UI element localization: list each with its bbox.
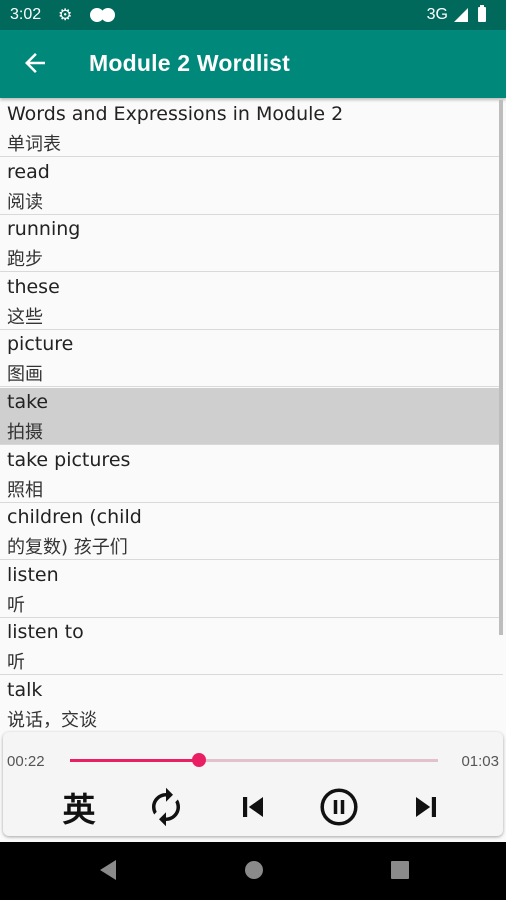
audio-player: 00:22 01:03 英 bbox=[3, 732, 503, 836]
word-chinese: 跑步 bbox=[7, 249, 43, 271]
word-chinese: 单词表 bbox=[7, 134, 61, 155]
list-scrollbar[interactable] bbox=[499, 100, 503, 635]
word-row[interactable]: picture 图画 bbox=[0, 330, 503, 388]
word-chinese: 阅读 bbox=[7, 191, 43, 213]
word-english: these bbox=[7, 275, 60, 298]
word-chinese: 图画 bbox=[7, 364, 43, 386]
word-row[interactable]: listen to 听 bbox=[0, 618, 503, 676]
status-bar: 3:02 ⚙ 3G bbox=[0, 0, 506, 30]
page-title: Module 2 Wordlist bbox=[89, 50, 291, 76]
word-chinese: 听 bbox=[7, 594, 25, 616]
word-english: picture bbox=[7, 333, 74, 356]
elapsed-time: 00:22 bbox=[7, 753, 45, 770]
repeat-icon bbox=[152, 787, 180, 827]
word-row[interactable]: talk 说话，交谈 bbox=[0, 676, 503, 732]
word-english: children (child bbox=[7, 506, 142, 529]
word-row[interactable]: listen 听 bbox=[0, 561, 503, 618]
pause-icon bbox=[320, 788, 358, 826]
seek-thumb[interactable] bbox=[191, 753, 206, 767]
settings-gear-icon: ⚙ bbox=[58, 7, 73, 24]
back-arrow-icon[interactable] bbox=[20, 48, 50, 78]
system-nav-bar bbox=[0, 842, 506, 900]
word-chinese: 说话，交谈 bbox=[7, 710, 97, 731]
notification-dots-icon bbox=[90, 8, 115, 27]
word-english: listen to bbox=[7, 621, 84, 644]
nav-recents-icon[interactable] bbox=[389, 858, 411, 882]
word-row[interactable]: take 拍摄 bbox=[0, 388, 503, 445]
word-row[interactable]: running 跑步 bbox=[0, 215, 503, 273]
repeat-button[interactable] bbox=[144, 785, 188, 829]
pause-button[interactable] bbox=[317, 785, 361, 829]
network-type: 3G bbox=[426, 6, 448, 23]
language-toggle-button[interactable]: 英 bbox=[57, 785, 101, 829]
app-bar: Module 2 Wordlist bbox=[0, 30, 506, 98]
word-english: take pictures bbox=[7, 448, 131, 471]
total-time: 01:03 bbox=[461, 753, 499, 770]
word-chinese: 拍摄 bbox=[7, 422, 43, 443]
word-chinese: 的复数) 孩子们 bbox=[7, 537, 128, 559]
word-chinese: 这些 bbox=[7, 306, 43, 328]
battery-icon bbox=[478, 5, 486, 22]
nav-back-icon[interactable] bbox=[96, 858, 118, 882]
skip-previous-icon bbox=[243, 797, 263, 817]
word-english: running bbox=[7, 218, 81, 241]
word-english: Words and Expressions in Module 2 bbox=[7, 103, 344, 125]
next-button[interactable] bbox=[404, 785, 448, 829]
word-row[interactable]: these 这些 bbox=[0, 273, 503, 330]
word-row[interactable]: take pictures 照相 bbox=[0, 446, 503, 503]
nav-home-icon[interactable] bbox=[243, 858, 265, 882]
status-time: 3:02 bbox=[10, 6, 42, 23]
word-row[interactable]: Words and Expressions in Module 2 单词表 bbox=[0, 100, 503, 157]
word-chinese: 听 bbox=[7, 652, 25, 674]
word-row[interactable]: read 阅读 bbox=[0, 158, 503, 215]
word-chinese: 照相 bbox=[7, 479, 43, 501]
word-row[interactable]: children (child 的复数) 孩子们 bbox=[0, 503, 503, 561]
signal-icon bbox=[454, 8, 468, 22]
skip-next-icon bbox=[416, 797, 436, 817]
word-list[interactable]: Words and Expressions in Module 2 单词表 read… bbox=[0, 100, 506, 732]
word-english: talk bbox=[7, 679, 43, 701]
language-label: 英 bbox=[62, 790, 96, 829]
word-english: listen bbox=[7, 563, 59, 586]
previous-button[interactable] bbox=[231, 785, 275, 829]
seek-bar[interactable] bbox=[70, 753, 438, 767]
word-english: take bbox=[7, 391, 49, 413]
seek-progress bbox=[70, 759, 199, 762]
word-english: read bbox=[7, 160, 50, 183]
